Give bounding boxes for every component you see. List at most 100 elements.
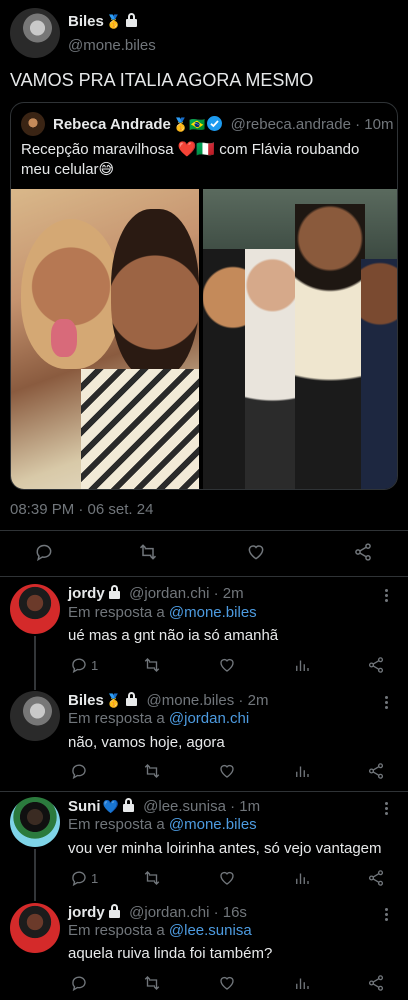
retweet-icon [144, 976, 160, 990]
retweet-button[interactable] [137, 542, 159, 562]
mention-link[interactable]: @jordan.chi [169, 710, 249, 727]
reply-text: não, vamos hoje, agora [68, 734, 225, 751]
medal-emoji: 🥇 [105, 693, 123, 708]
avatar[interactable] [10, 797, 60, 847]
like-button[interactable] [218, 762, 236, 780]
author-name[interactable]: Biles [68, 13, 104, 30]
lock-icon [122, 798, 135, 812]
photo-selfie[interactable] [11, 189, 199, 489]
reply-button[interactable]: 1 [70, 656, 98, 674]
retweet-button[interactable] [143, 762, 161, 780]
reply-icon [72, 658, 86, 674]
heart-icon [220, 871, 234, 885]
reply-context: Em resposta a @lee.sunisa [68, 922, 252, 939]
avatar[interactable] [10, 691, 60, 741]
thread-line [34, 849, 36, 901]
avatar[interactable] [10, 903, 60, 953]
analytics-icon [296, 873, 309, 884]
like-button[interactable] [218, 974, 236, 992]
avatar[interactable] [10, 8, 60, 58]
reply-header: Biles 🥇 @mone.biles · 2m [68, 692, 268, 710]
analytics-button[interactable] [293, 762, 311, 780]
retweet-button[interactable] [143, 974, 161, 992]
divider [0, 576, 408, 577]
analytics-icon [296, 660, 309, 671]
reply-button[interactable] [70, 762, 88, 780]
retweet-icon [144, 871, 160, 885]
reply-author-name[interactable]: jordy [68, 904, 105, 921]
reply-handle-time[interactable]: @jordan.chi · 2m [129, 585, 243, 602]
lock-icon [125, 13, 138, 27]
heart-icon [220, 764, 234, 778]
reply-context: Em resposta a @mone.biles [68, 604, 257, 621]
reply-author-name[interactable]: Suni [68, 798, 101, 815]
mention-link[interactable]: @lee.sunisa [169, 922, 252, 939]
reply-header: Suni 💙 @lee.sunisa · 1m [68, 798, 260, 816]
share-icon [368, 763, 384, 779]
lock-icon [108, 904, 121, 918]
medal-flag-emoji: 🥇🇧🇷 [172, 117, 206, 132]
reply-button[interactable] [34, 542, 54, 562]
share-icon [368, 975, 384, 991]
reply-author-name[interactable]: Biles [68, 692, 104, 709]
medal-emoji: 🥇 [105, 14, 123, 29]
analytics-button[interactable] [293, 974, 311, 992]
share-icon [368, 870, 384, 886]
retweet-icon [139, 544, 157, 560]
more-options-icon[interactable] [383, 587, 389, 604]
quoted-text: Recepção maravilhosa ❤️🇮🇹 com Flávia rou… [21, 141, 360, 178]
reply-header: jordy @jordan.chi · 2m [68, 585, 244, 603]
reply-icon [72, 764, 86, 780]
retweet-icon [144, 764, 160, 778]
more-options-icon[interactable] [383, 694, 389, 711]
photo-group[interactable] [203, 189, 397, 489]
reply-icon [72, 976, 86, 992]
more-options-icon[interactable] [383, 906, 389, 923]
avatar[interactable] [10, 584, 60, 634]
tweet-text: VAMOS PRA ITALIA AGORA MESMO [10, 70, 314, 90]
share-button[interactable] [367, 974, 385, 992]
like-button[interactable] [245, 542, 267, 562]
retweet-button[interactable] [143, 656, 161, 674]
share-button[interactable] [367, 656, 385, 674]
reply-text: ué mas a gnt não ia só amanhã [68, 627, 279, 644]
reply-handle-time[interactable]: @jordan.chi · 16s [129, 904, 247, 921]
tweet-timestamp: 08:39 PM · 06 set. 24 [10, 501, 154, 518]
reply-handle-time[interactable]: @lee.sunisa · 1m [143, 798, 260, 815]
mention-link[interactable]: @mone.biles [169, 604, 257, 621]
retweet-button[interactable] [143, 869, 161, 887]
reply-context: Em resposta a @mone.biles [68, 816, 257, 833]
avatar [21, 112, 45, 136]
like-button[interactable] [218, 656, 236, 674]
mention-link[interactable]: @mone.biles [169, 816, 257, 833]
heart-icon [220, 658, 234, 672]
reply-context: Em resposta a @jordan.chi [68, 710, 250, 727]
share-icon [355, 543, 371, 561]
reply-header: jordy @jordan.chi · 16s [68, 904, 247, 922]
verified-icon [207, 116, 223, 131]
blue-heart-emoji: 💙 [102, 799, 119, 814]
share-button[interactable] [352, 542, 374, 562]
reply-author-name[interactable]: jordy [68, 585, 105, 602]
reply-button[interactable]: 1 [70, 869, 98, 887]
thread-line [34, 636, 36, 690]
quoted-tweet[interactable]: Rebeca Andrade 🥇🇧🇷 @rebeca.andrade · 10m … [10, 102, 398, 490]
share-button[interactable] [367, 762, 385, 780]
like-button[interactable] [218, 869, 236, 887]
share-button[interactable] [367, 869, 385, 887]
share-icon [368, 657, 384, 673]
retweet-icon [144, 658, 160, 672]
reply-text: aquela ruiva linda foi também? [68, 945, 273, 962]
analytics-icon [296, 766, 309, 777]
reply-handle-time[interactable]: @mone.biles · 2m [147, 692, 269, 709]
author-name-row[interactable]: Biles 🥇 [68, 13, 138, 31]
analytics-button[interactable] [293, 869, 311, 887]
reply-button[interactable] [70, 974, 88, 992]
reply-text: vou ver minha loirinha antes, só vejo va… [68, 840, 382, 857]
more-options-icon[interactable] [383, 800, 389, 817]
analytics-icon [296, 978, 309, 989]
analytics-button[interactable] [293, 656, 311, 674]
lock-icon [125, 692, 138, 706]
reply-count: 1 [91, 657, 99, 673]
author-handle[interactable]: @mone.biles [68, 37, 156, 54]
